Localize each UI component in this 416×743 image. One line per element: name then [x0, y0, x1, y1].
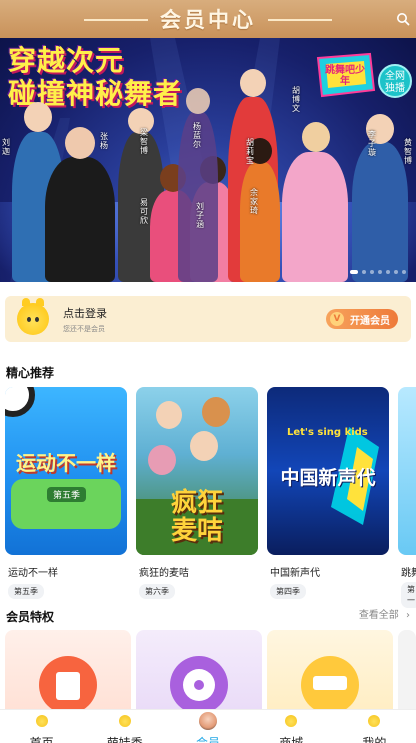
cast-figure	[352, 114, 408, 282]
profile-icon	[368, 715, 381, 727]
carousel-dot-active[interactable]	[350, 270, 358, 274]
poster-figure	[156, 401, 182, 429]
soccer-ball-icon	[5, 387, 35, 417]
poster-title: 中国新声代	[280, 467, 376, 489]
cast-name: 余家琦	[250, 188, 258, 215]
vip-video-icon	[170, 656, 228, 710]
show-poster[interactable]: 疯狂麦咭	[136, 387, 258, 555]
carousel-indicator[interactable]	[350, 270, 406, 274]
cast-name: 易可欣	[140, 198, 148, 225]
cast-name: 胡莉宝	[246, 138, 254, 165]
nav-home[interactable]: 首页	[0, 710, 83, 743]
open-vip-button[interactable]: V 开通会员	[326, 309, 398, 329]
privilege-card[interactable]	[267, 630, 393, 710]
carousel-dot[interactable]	[394, 270, 398, 274]
show-title[interactable]: 跳舞	[401, 564, 416, 579]
poster-figure	[202, 397, 230, 427]
member-center-page: 会员中心 穿越次元 碰撞神秘舞者 跳舞吧少年 全网 独播 刘迦 张杨 梁智博 杨…	[0, 0, 416, 743]
chevron-right-icon: ›	[406, 610, 410, 621]
vip-crown-icon: V	[330, 312, 344, 326]
mascot-avatar-icon	[17, 298, 49, 335]
show-card[interactable]: Let's sing kids 中国新声代 中国新声代 第四季	[267, 387, 389, 599]
poster-season: 第五季	[47, 487, 87, 502]
poster-title: 运动不一样	[16, 451, 116, 475]
privileges-title: 会员特权	[6, 610, 55, 624]
privilege-card[interactable]	[398, 630, 416, 710]
poster-tagline: Let's sing kids	[287, 427, 368, 438]
app-header: 会员中心	[0, 0, 416, 38]
show-title[interactable]: 运动不一样	[8, 564, 127, 579]
show-card[interactable]: 运动不一样 第五季 运动不一样 第五季	[5, 387, 127, 599]
cast-name: 张杨	[100, 132, 108, 150]
mall-icon	[285, 715, 298, 727]
privilege-card[interactable]	[136, 630, 262, 710]
login-card[interactable]: 点击登录 您还不是会员 V 开通会员	[5, 296, 411, 342]
home-mascot-icon	[35, 715, 48, 727]
show-card[interactable]: 跳舞 第一	[398, 387, 416, 608]
nav-label: 我的	[362, 736, 387, 743]
exclusive-badge: 全网 独播	[378, 64, 412, 98]
poster-figure	[190, 431, 218, 461]
season-badge: 第六季	[139, 584, 175, 599]
cast-name: 刘迦	[2, 138, 10, 156]
cast-name: 黄智博	[404, 138, 412, 165]
season-badge: 第一	[401, 582, 416, 608]
privilege-card[interactable]	[5, 630, 131, 710]
open-vip-label: 开通会员	[350, 315, 390, 327]
nav-member[interactable]: 会员	[166, 710, 249, 743]
cast-name: 梁智博	[140, 128, 148, 155]
show-title[interactable]: 疯狂的麦咭	[139, 564, 258, 579]
show-poster[interactable]: Let's sing kids 中国新声代	[267, 387, 389, 555]
cast-figure	[282, 122, 348, 282]
login-prompt[interactable]: 点击登录	[63, 305, 107, 321]
header-decor-left	[84, 19, 148, 21]
cast-name: 李子璇	[368, 130, 376, 157]
banner-headline-line1: 穿越次元	[8, 44, 125, 77]
bottom-nav: 首页 萌娃秀 会员 商城 我的	[0, 709, 416, 743]
show-title[interactable]: 中国新声代	[270, 564, 389, 579]
show-card[interactable]: 疯狂麦咭 疯狂的麦咭 第六季	[136, 387, 258, 599]
cast-figure	[45, 127, 115, 282]
exclusive-badge-line2: 独播	[385, 83, 405, 94]
carousel-dot[interactable]	[386, 270, 390, 274]
nav-label: 萌娃秀	[106, 736, 143, 743]
carousel-dot[interactable]	[370, 270, 374, 274]
membership-status: 您还不是会员	[63, 324, 105, 333]
nav-label: 商城	[279, 736, 304, 743]
exclusive-badge-line1: 全网	[385, 71, 405, 82]
poster-figure	[148, 445, 176, 475]
member-avatar-icon	[199, 712, 217, 730]
cast-name: 刘子涵	[196, 202, 204, 229]
show-logo: 跳舞吧少年	[312, 50, 378, 100]
banner-headline: 穿越次元 碰撞神秘舞者	[8, 44, 182, 110]
carousel-dot[interactable]	[378, 270, 382, 274]
season-badge: 第四季	[270, 584, 306, 599]
cast-name: 胡博文	[292, 86, 300, 113]
ad-free-icon	[39, 656, 97, 710]
nav-label: 会员	[196, 736, 221, 743]
poster-title: 疯狂麦咭	[170, 488, 223, 546]
show-poster[interactable]: 运动不一样 第五季	[5, 387, 127, 555]
recommend-title: 精心推荐	[6, 366, 55, 380]
header-decor-right	[268, 19, 332, 21]
carousel-dot[interactable]	[402, 270, 406, 274]
nav-label: 首页	[29, 736, 54, 743]
page-title: 会员中心	[160, 8, 256, 32]
see-all-link[interactable]: 查看全部 ›	[359, 606, 410, 621]
season-badge: 第五季	[8, 584, 44, 599]
see-all-label: 查看全部	[358, 610, 399, 621]
cast-figure	[240, 138, 280, 282]
nav-mall[interactable]: 商城	[250, 710, 333, 743]
member-gift-icon	[301, 656, 359, 710]
search-icon[interactable]	[396, 12, 410, 26]
show-logo-text: 跳舞吧少年	[325, 65, 365, 87]
cast-name: 杨蓝尔	[193, 122, 201, 149]
carousel-dot[interactable]	[362, 270, 366, 274]
promo-banner[interactable]: 穿越次元 碰撞神秘舞者 跳舞吧少年 全网 独播 刘迦 张杨 梁智博 杨蓝尔 胡博…	[0, 38, 416, 282]
nav-profile[interactable]: 我的	[333, 710, 416, 743]
show-poster[interactable]	[398, 387, 416, 555]
kids-show-icon	[118, 715, 131, 727]
nav-kids-show[interactable]: 萌娃秀	[83, 710, 166, 743]
